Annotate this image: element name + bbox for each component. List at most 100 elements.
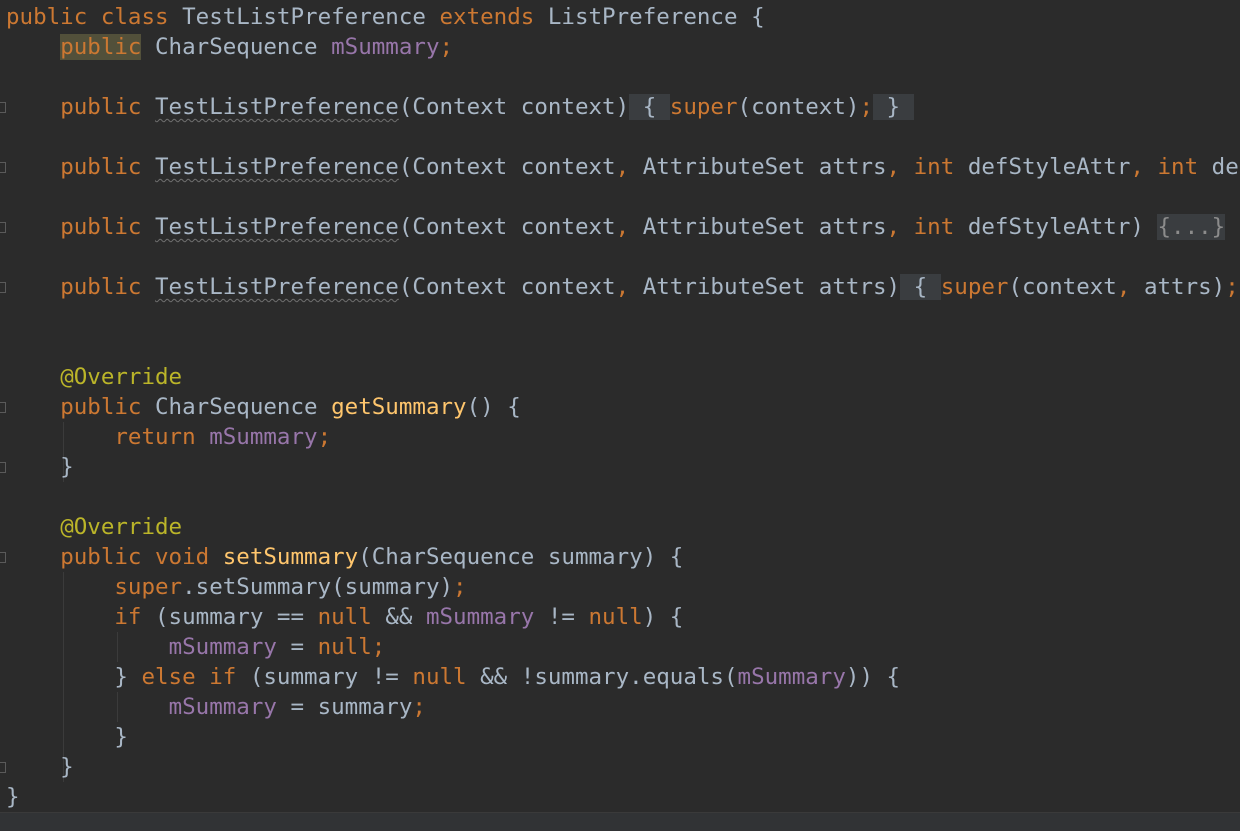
code-token: AttributeSet attrs) (642, 274, 901, 300)
code-token: @Override (60, 514, 183, 540)
code-line[interactable]: } (6, 722, 128, 752)
code-token: null (317, 604, 386, 630)
code-token: = (290, 634, 318, 660)
code-token: @Override (60, 364, 183, 390)
code-token: () { (466, 394, 521, 420)
code-token: TestListPreference (155, 94, 399, 120)
code-token: ) { (642, 604, 684, 630)
code-token: TestListPreference (155, 214, 399, 240)
code-line[interactable]: public TestListPreference(Context contex… (6, 152, 1240, 182)
code-token: mSummary (168, 634, 291, 660)
code-line[interactable]: } (6, 452, 74, 482)
code-token: TestListPreference (155, 274, 399, 300)
code-line[interactable]: mSummary = null; (6, 632, 386, 662)
code-token: int (913, 214, 968, 240)
code-token: , (615, 214, 643, 240)
code-token: TestListPreference (155, 154, 399, 180)
code-token: } (6, 454, 74, 480)
code-line[interactable]: public void setSummary(CharSequence summ… (6, 542, 683, 572)
code-token: extends (439, 4, 548, 30)
code-token: } (6, 784, 20, 810)
code-line[interactable]: return mSummary; (6, 422, 331, 452)
code-token: attrs) (1143, 274, 1226, 300)
code-token: public void (60, 544, 223, 570)
code-editor[interactable]: public class TestListPreference extends … (0, 0, 1240, 812)
code-token: (Context context (398, 274, 616, 300)
code-token: { (629, 94, 670, 120)
code-token: super (114, 574, 183, 600)
code-line[interactable]: public TestListPreference(Context contex… (6, 92, 914, 122)
code-token: .setSummary(summary) (182, 574, 454, 600)
code-token: , (1130, 154, 1158, 180)
code-token: ListPreference { (547, 4, 765, 30)
code-token: (summary != (249, 664, 413, 690)
code-token: ; (1225, 274, 1239, 300)
code-token: CharSequence (141, 34, 332, 60)
code-token: super (940, 274, 1009, 300)
code-token: , (1116, 274, 1144, 300)
code-line[interactable]: public CharSequence getSummary() { (6, 392, 521, 422)
code-token: public (60, 214, 156, 240)
code-token: )) { (845, 664, 901, 690)
code-token: , (615, 154, 643, 180)
code-token: (CharSequence summary) { (358, 544, 684, 570)
code-line[interactable]: } (6, 782, 20, 812)
code-token: (Context context) (398, 94, 630, 120)
code-token: mSummary (331, 34, 440, 60)
code-token: (summary == (155, 604, 318, 630)
code-token: ; (859, 94, 873, 120)
code-token: mSummary (209, 424, 318, 450)
code-token: def (1211, 154, 1240, 180)
code-token: && !summary.equals( (480, 664, 738, 690)
code-token: mSummary (425, 604, 548, 630)
horizontal-scrollbar[interactable] (0, 812, 1240, 831)
code-token: = summary (290, 694, 413, 720)
code-token: mSummary (168, 694, 291, 720)
code-token: } (6, 724, 128, 750)
code-token: public (60, 94, 156, 120)
code-line[interactable]: @Override (6, 512, 182, 542)
code-token: ; (439, 34, 454, 60)
code-token: super (669, 94, 738, 120)
code-line[interactable]: mSummary = summary; (6, 692, 426, 722)
code-line[interactable]: super.setSummary(summary); (6, 572, 467, 602)
code-line[interactable]: public TestListPreference(Context contex… (6, 272, 1239, 302)
code-token: getSummary (331, 394, 467, 420)
code-token: (context (1008, 274, 1117, 300)
code-line[interactable]: @Override (6, 362, 182, 392)
code-token: setSummary (222, 544, 359, 570)
code-token: defStyleAttr) (967, 214, 1158, 240)
code-token: return (114, 424, 210, 450)
code-token: , (886, 214, 914, 240)
code-token: TestListPreference (182, 4, 440, 30)
code-token: && (385, 604, 426, 630)
code-token: else if (141, 664, 250, 690)
code-token: { (900, 274, 941, 300)
code-token: ; (453, 574, 467, 600)
code-token: ; (317, 424, 332, 450)
code-token: != (547, 604, 589, 630)
code-token: (context) (737, 94, 860, 120)
code-token: AttributeSet attrs (642, 214, 887, 240)
code-token: } (6, 664, 142, 690)
code-line[interactable]: } else if (summary != null && !summary.e… (6, 662, 900, 692)
code-token: public (60, 394, 156, 420)
code-token: public (60, 274, 156, 300)
code-line[interactable]: public class TestListPreference extends … (6, 2, 765, 32)
code-line[interactable]: } (6, 752, 74, 782)
code-token: (Context context (398, 214, 616, 240)
code-line[interactable]: if (summary == null && mSummary != null)… (6, 602, 683, 632)
code-line[interactable]: public CharSequence mSummary; (6, 32, 453, 62)
code-token: ; (412, 694, 426, 720)
code-line[interactable]: public TestListPreference(Context contex… (6, 212, 1226, 242)
code-token: null (317, 634, 372, 660)
code-token: , (615, 274, 643, 300)
